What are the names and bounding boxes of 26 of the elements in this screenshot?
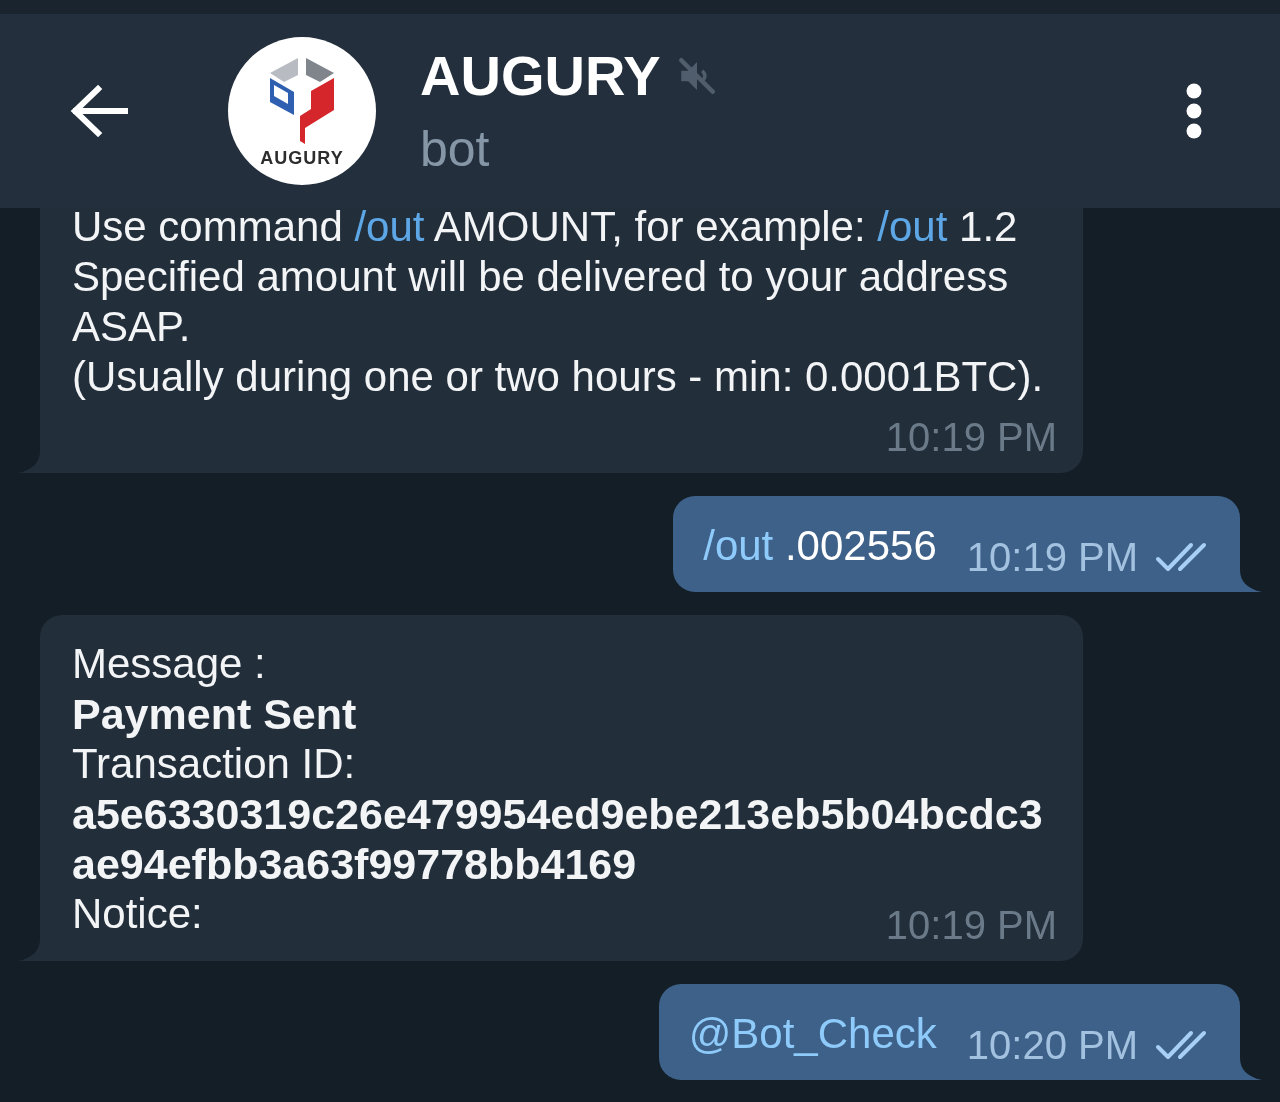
command-link[interactable]: /out	[703, 522, 774, 569]
message-text: Notice:	[72, 889, 203, 939]
message-text: (Usually during one or two hours - min: 0.0001BTC).	[72, 352, 1044, 402]
message-text: Message :	[72, 639, 267, 689]
command-link[interactable]: /out	[354, 208, 425, 250]
message-text: a5e6330319c26e479954ed9ebe213eb5b04bcdc3ae94efbb3a63f99778bb4169	[72, 789, 1044, 889]
cube-logo-icon	[267, 58, 337, 144]
back-button[interactable]	[70, 85, 128, 137]
message-text: Use command /out AMOUNT, for example: /out 1.2	[72, 208, 1019, 252]
message-text: Transaction ID:	[72, 739, 357, 789]
message-time: 10:19 PM	[885, 414, 1057, 461]
message-time: 10:19 PM	[966, 534, 1138, 581]
message-time: 10:19 PM	[885, 902, 1057, 949]
avatar[interactable]: AUGURY	[228, 37, 376, 185]
menu-button[interactable]	[1186, 83, 1202, 139]
message-text: /out .002556	[703, 521, 937, 571]
back-arrow-icon	[70, 85, 128, 137]
chat-title: AUGURY	[420, 43, 661, 108]
mention-link[interactable]: @Bot_Check	[688, 1009, 937, 1059]
avatar-logo-text: AUGURY	[260, 149, 344, 167]
more-icon	[1186, 83, 1202, 139]
chat-subtitle: bot	[420, 119, 490, 179]
command-link[interactable]: /out	[877, 208, 948, 250]
message-text: Specified amount will be delivered to your address ASAP.	[72, 252, 1010, 352]
message-text: Payment Sent	[72, 689, 358, 739]
message-time: 10:20 PM	[966, 1022, 1138, 1069]
